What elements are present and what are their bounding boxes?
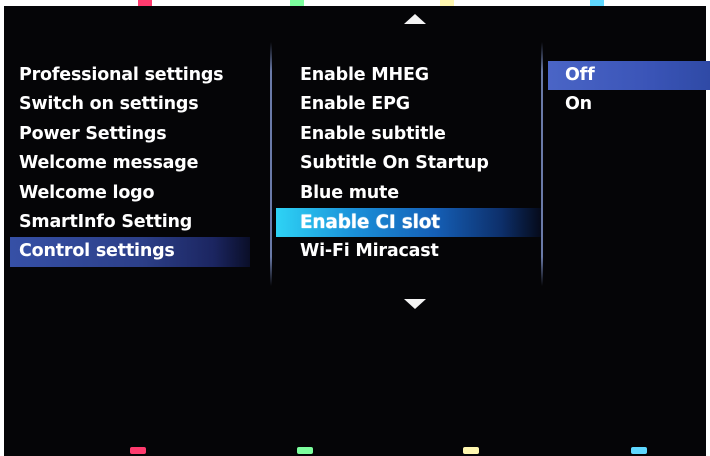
value-options-list: Off On — [548, 61, 710, 120]
menu-item-wifi-miracast[interactable]: Wi-Fi Miracast — [276, 237, 541, 266]
column-divider-right — [541, 42, 543, 286]
menu-item-enable-subtitle[interactable]: Enable subtitle — [276, 120, 541, 149]
triangle-down-icon[interactable] — [404, 299, 426, 309]
menu-item-smartinfo-setting[interactable]: SmartInfo Setting — [10, 208, 250, 237]
menu-item-label: Blue mute — [300, 182, 399, 203]
menu-item-label: Enable MHEG — [300, 65, 429, 85]
menu-item-switch-on-settings[interactable]: Switch on settings — [10, 90, 250, 119]
menu-item-label: Enable subtitle — [300, 123, 446, 144]
menu-item-enable-mheg[interactable]: Enable MHEG — [276, 61, 541, 90]
column-divider-left — [270, 42, 272, 286]
triangle-up-icon[interactable] — [404, 14, 426, 24]
menu-item-label: Wi-Fi Miracast — [300, 241, 439, 262]
menu-item-subtitle-on-startup[interactable]: Subtitle On Startup — [276, 149, 541, 178]
green-key-indicator — [290, 0, 304, 6]
settings-category-list: Professional settings Switch on settings… — [10, 61, 250, 267]
blue-key-indicator — [590, 0, 604, 6]
menu-item-label: Power Settings — [19, 123, 167, 144]
menu-item-label: Welcome message — [19, 153, 199, 174]
red-key-indicator — [138, 0, 152, 6]
menu-item-label: Welcome logo — [19, 182, 155, 203]
option-label: Off — [565, 65, 595, 85]
menu-item-welcome-logo[interactable]: Welcome logo — [10, 179, 250, 208]
menu-item-label: Subtitle On Startup — [300, 153, 489, 174]
menu-item-blue-mute[interactable]: Blue mute — [276, 179, 541, 208]
menu-item-enable-ci-slot[interactable]: Enable CI slot — [276, 207, 541, 238]
option-on[interactable]: On — [548, 90, 710, 119]
yellow-key-indicator — [440, 0, 454, 6]
menu-item-label: Enable CI slot — [300, 211, 440, 233]
menu-item-label: Professional settings — [19, 65, 224, 85]
menu-item-power-settings[interactable]: Power Settings — [10, 120, 250, 149]
menu-item-label: Control settings — [19, 241, 175, 262]
menu-item-professional-settings[interactable]: Professional settings — [10, 61, 250, 90]
option-label: On — [565, 94, 592, 115]
yellow-key-icon[interactable] — [463, 447, 479, 454]
menu-item-label: Enable EPG — [300, 94, 410, 115]
top-color-bar — [0, 0, 710, 6]
blue-key-icon[interactable] — [631, 447, 647, 454]
menu-item-control-settings[interactable]: Control settings — [10, 237, 250, 267]
red-key-icon[interactable] — [130, 447, 146, 454]
menu-item-label: SmartInfo Setting — [19, 211, 193, 232]
menu-item-welcome-message[interactable]: Welcome message — [10, 149, 250, 178]
control-settings-list: Enable MHEG Enable EPG Enable subtitle S… — [276, 61, 541, 267]
option-off[interactable]: Off — [548, 61, 710, 91]
menu-item-enable-epg[interactable]: Enable EPG — [276, 90, 541, 119]
menu-item-label: Switch on settings — [19, 94, 199, 115]
green-key-icon[interactable] — [297, 447, 313, 454]
